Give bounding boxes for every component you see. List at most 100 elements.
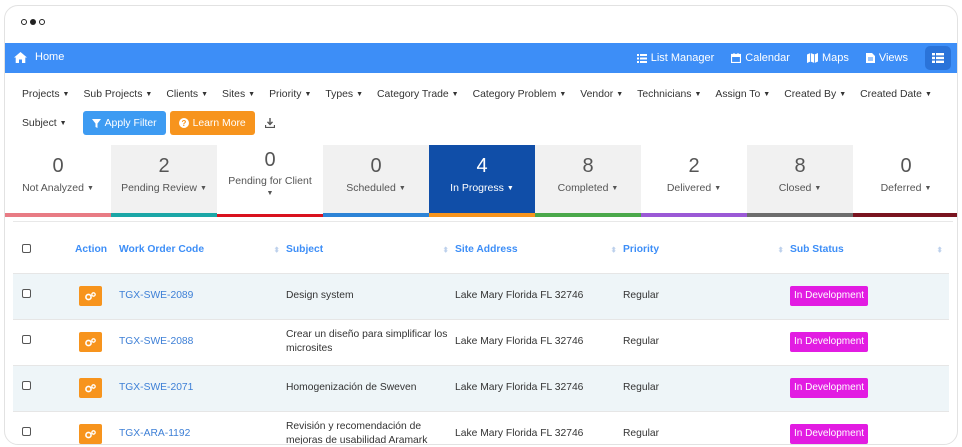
status-bar xyxy=(217,214,323,217)
calendar-link[interactable]: Calendar xyxy=(731,46,790,70)
maps-link[interactable]: Maps xyxy=(806,46,849,70)
status-count: 2 xyxy=(158,155,170,177)
filter-label: Category Problem xyxy=(472,88,557,100)
window-dot-icon xyxy=(30,19,36,25)
priority-cell: Regular xyxy=(623,336,660,347)
filter-label: Subject xyxy=(22,117,57,129)
filter-bar: Projects ▼ Sub Projects ▼ Clients ▼ Sites ▼ … xyxy=(22,87,947,135)
status-label: Deferred ▼ xyxy=(880,182,932,194)
map-icon xyxy=(806,53,818,63)
status-tile-completed[interactable]: 8 Completed ▼ xyxy=(535,145,641,217)
divider xyxy=(13,221,953,222)
status-tile-pending-review[interactable]: 2 Pending Review ▼ xyxy=(111,145,217,217)
download-icon xyxy=(264,118,275,128)
work-order-code-link[interactable]: TGX-SWE-2089 xyxy=(119,273,286,319)
column-header-action: Action xyxy=(75,244,108,256)
status-count: 0 xyxy=(264,149,276,171)
status-label: Delivered ▼ xyxy=(666,182,722,194)
column-header-priority[interactable]: Priority ⬍ xyxy=(623,227,790,273)
row-action-button[interactable] xyxy=(79,286,102,306)
sort-icon: ⬍ xyxy=(936,245,943,255)
status-label: Completed ▼ xyxy=(557,182,619,194)
filter-category-problem[interactable]: Category Problem ▼ xyxy=(473,89,567,100)
work-order-code-link[interactable]: TGX-ARA-1192 xyxy=(119,411,286,444)
work-order-code-link[interactable]: TGX-SWE-2071 xyxy=(119,365,286,411)
gears-icon xyxy=(85,337,96,346)
download-button[interactable] xyxy=(264,118,275,128)
list-manager-link[interactable]: List Manager xyxy=(636,46,715,70)
status-bar xyxy=(853,213,957,217)
list-view-button[interactable] xyxy=(925,46,951,70)
maps-label: Maps xyxy=(821,52,849,64)
status-bar xyxy=(429,213,535,217)
row-checkbox[interactable] xyxy=(22,335,31,344)
app-window: Home List Manager Calendar Maps Views Pr… xyxy=(4,5,958,445)
status-tile-pending-for-client[interactable]: 0 Pending for Client ▼ xyxy=(217,145,323,217)
filter-vendor[interactable]: Vendor ▼ xyxy=(580,89,623,100)
row-action-button[interactable] xyxy=(79,424,102,444)
filter-category-trade[interactable]: Category Trade ▼ xyxy=(377,89,459,100)
filter-label: Vendor xyxy=(580,88,614,100)
status-tile-delivered[interactable]: 2 Delivered ▼ xyxy=(641,145,747,217)
filter-row: Projects ▼ Sub Projects ▼ Clients ▼ Sites ▼ … xyxy=(22,87,947,101)
row-action-button[interactable] xyxy=(79,332,102,352)
status-tile-deferred[interactable]: 0 Deferred ▼ xyxy=(853,145,957,217)
gears-icon xyxy=(85,429,96,439)
row-checkbox[interactable] xyxy=(22,289,31,298)
select-all-checkbox[interactable] xyxy=(22,243,31,253)
filter-technicians[interactable]: Technicians ▼ xyxy=(637,89,701,100)
filter-projects[interactable]: Projects ▼ xyxy=(22,89,69,100)
sort-icon: ⬍ xyxy=(777,245,784,255)
status-bar xyxy=(535,213,641,217)
site-address-cell: Lake Mary Florida FL 32746 xyxy=(455,428,584,440)
filter-row-2: Subject ▼ Apply Filter ? Learn More xyxy=(22,111,947,135)
filter-sites[interactable]: Sites ▼ xyxy=(222,89,255,100)
filter-label: Category Trade xyxy=(377,88,449,100)
filter-sub-projects[interactable]: Sub Projects ▼ xyxy=(83,89,152,100)
learn-more-button[interactable]: ? Learn More xyxy=(169,111,255,135)
filter-label: Created Date xyxy=(860,88,922,100)
caret-down-icon: ▼ xyxy=(559,90,567,98)
filter-label: Assign To xyxy=(715,88,761,100)
row-action-button[interactable] xyxy=(79,378,102,398)
status-bar xyxy=(323,213,429,217)
column-header-sub-status[interactable]: Sub Status ⬍ xyxy=(790,227,949,273)
caret-down-icon: ▼ xyxy=(145,90,153,98)
status-label: In Progress ▼ xyxy=(450,182,514,194)
window-dot-icon xyxy=(39,19,45,25)
filter-priority[interactable]: Priority ▼ xyxy=(269,89,311,100)
filter-label: Sub Projects xyxy=(83,88,143,100)
sub-status-badge: In Development xyxy=(790,332,869,352)
sub-status-badge: In Development xyxy=(790,378,869,398)
filter-label: Technicians xyxy=(637,88,692,100)
filter-label: Types xyxy=(325,88,354,100)
list-manager-label: List Manager xyxy=(650,52,715,64)
apply-filter-button[interactable]: Apply Filter xyxy=(82,111,166,135)
home-link[interactable]: Home xyxy=(14,51,64,63)
filter-label: Priority xyxy=(269,88,302,100)
filter-types[interactable]: Types ▼ xyxy=(325,89,363,100)
row-checkbox[interactable] xyxy=(22,427,31,437)
column-header-code[interactable]: Work Order Code ⬍ xyxy=(119,227,286,273)
status-tile-not-analyzed[interactable]: 0 Not Analyzed ▼ xyxy=(5,145,111,217)
home-label: Home xyxy=(35,51,65,63)
caret-down-icon: ▼ xyxy=(616,90,624,98)
list-icon xyxy=(636,53,647,63)
status-tile-in-progress[interactable]: 4 In Progress ▼ xyxy=(429,145,535,217)
row-checkbox[interactable] xyxy=(22,381,31,390)
column-header-site[interactable]: Site Address ⬍ xyxy=(455,227,623,273)
subject-cell: Homogenización de Sweven xyxy=(286,382,417,393)
filter-created-date[interactable]: Created Date ▼ xyxy=(860,89,932,100)
column-header-subject[interactable]: Subject ⬍ xyxy=(286,227,455,273)
filter-assign-to[interactable]: Assign To ▼ xyxy=(715,89,770,100)
views-link[interactable]: Views xyxy=(865,46,908,70)
priority-cell: Regular xyxy=(623,382,660,393)
work-order-code-link[interactable]: TGX-SWE-2088 xyxy=(119,319,286,365)
status-count: 8 xyxy=(582,155,594,177)
status-tile-closed[interactable]: 8 Closed ▼ xyxy=(747,145,853,217)
filter-created-by[interactable]: Created By ▼ xyxy=(784,89,846,100)
status-label: Pending for Client xyxy=(228,175,312,187)
filter-subject[interactable]: Subject ▼ xyxy=(22,118,67,129)
status-tile-scheduled[interactable]: 0 Scheduled ▼ xyxy=(323,145,429,217)
filter-clients[interactable]: Clients ▼ xyxy=(166,89,208,100)
